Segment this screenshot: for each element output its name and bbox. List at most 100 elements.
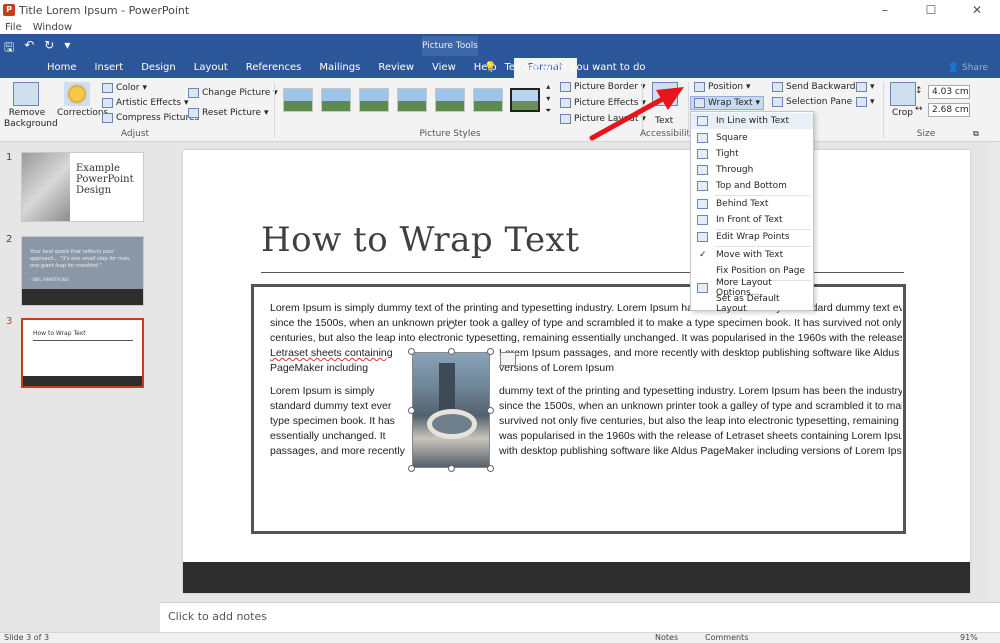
artistic-effects-button[interactable]: Artistic Effects ▾ (102, 98, 189, 108)
adjust-group-label: Adjust (120, 129, 150, 139)
corrections-icon[interactable] (64, 82, 90, 106)
picture-style-2[interactable] (321, 88, 351, 112)
comments-button[interactable]: Comments (705, 633, 748, 642)
menu-square[interactable]: Square (691, 130, 813, 146)
tab-design[interactable]: Design (132, 58, 185, 78)
menu-label: Tight (716, 149, 739, 159)
body-line: centuries, but also the leap into electr… (270, 332, 902, 344)
more-styles-icon[interactable]: ⏷ (545, 106, 551, 116)
menu-in-line-with-text[interactable]: In Line with Text (691, 113, 813, 129)
resize-handle[interactable] (448, 465, 455, 472)
picture-style-7[interactable] (510, 88, 540, 112)
slide-title[interactable]: How to Wrap Text (261, 220, 579, 260)
menu-through[interactable]: Through (691, 162, 813, 178)
change-picture-button[interactable]: Change Picture ▾ (188, 88, 278, 98)
ribbon-body: Remove Background Corrections Color ▾ Art… (0, 78, 1000, 142)
thumb-rule (33, 340, 133, 341)
menu-window[interactable]: Window (33, 22, 72, 33)
size-dialog-launcher-icon[interactable]: ⧉ (973, 129, 979, 139)
resize-handle[interactable] (408, 407, 415, 414)
send-backward-button[interactable]: Send Backward▾ (772, 82, 863, 92)
thumb-author: - NEIL ARMSTRONG (30, 277, 69, 282)
menu-behind-text[interactable]: Behind Text (691, 196, 813, 212)
color-button[interactable]: Color ▾ (102, 83, 147, 93)
height-field[interactable]: 4.03 cm (928, 85, 970, 99)
body-line: essentially unchanged. It (270, 430, 386, 442)
menu-fix-position[interactable]: Fix Position on Page (691, 263, 813, 279)
menu-edit-wrap-points[interactable]: Edit Wrap Points (691, 229, 813, 245)
picture-style-1[interactable] (283, 88, 313, 112)
scroll-down-icon[interactable]: ▾ (546, 94, 550, 103)
menu-file[interactable]: File (5, 22, 22, 33)
compress-pictures-button[interactable]: Compress Pictures (102, 113, 199, 123)
menu-label: Move with Text (716, 250, 784, 260)
menu-top-and-bottom[interactable]: Top and Bottom (691, 178, 813, 194)
rotate-button[interactable]: ▾ (856, 97, 875, 107)
picture-effects-icon (560, 98, 571, 108)
share-button[interactable]: 👤 Share (948, 58, 988, 78)
menu-set-default-layout[interactable]: Set as Default Layout (691, 294, 813, 314)
rotate-handle-icon[interactable] (448, 322, 455, 329)
align-button[interactable]: ▾ (856, 82, 875, 92)
wrap-text-button[interactable]: Wrap Text ▾ (690, 96, 765, 110)
align-icon (856, 82, 867, 92)
notes-button[interactable]: Notes (655, 633, 678, 642)
slide-thumbnail-3[interactable]: How to Wrap Text (21, 318, 144, 388)
picture-style-5[interactable] (435, 88, 465, 112)
crop-button[interactable]: Crop (892, 108, 913, 118)
remove-background-button[interactable]: Remove Background (4, 108, 58, 130)
current-slide: How to Wrap Text Lorem Ipsum is simply d… (183, 150, 970, 593)
thumb-footer (22, 289, 143, 305)
scroll-up-icon[interactable]: ▴ (546, 82, 550, 91)
width-field[interactable]: 2.68 cm (928, 103, 970, 117)
minimize-button[interactable]: – (862, 0, 908, 20)
styles-gallery-scroll[interactable]: ▴ ▾ ⏷ (545, 82, 551, 116)
notes-pane[interactable]: Click to add notes (160, 602, 1000, 632)
tab-view[interactable]: View (423, 58, 465, 78)
change-picture-label: Change Picture (202, 88, 271, 98)
menu-label: Edit Wrap Points (716, 232, 790, 242)
slide-thumbnail-2[interactable]: Your best quote that reflects your appro… (21, 236, 144, 306)
tell-me-box[interactable]: 💡 Tell me what you want to do (484, 58, 646, 78)
picture-tools-label: Picture Tools (422, 36, 478, 56)
zoom-level[interactable]: 91% (960, 633, 978, 642)
powerpoint-icon: P (3, 4, 15, 16)
crop-icon[interactable] (890, 82, 916, 106)
menu-tight[interactable]: Tight (691, 146, 813, 162)
menu-label: In Line with Text (716, 116, 789, 126)
slide-canvas-area: How to Wrap Text Lorem Ipsum is simply d… (160, 142, 990, 602)
undo-icon[interactable]: ↶ (24, 38, 34, 59)
slide-thumbnail-1[interactable]: Example PowerPoint Design (21, 152, 144, 222)
picture-style-4[interactable] (397, 88, 427, 112)
maximize-button[interactable]: ☐ (908, 0, 954, 20)
corrections-button[interactable]: Corrections (57, 108, 108, 118)
customize-icon[interactable]: ▾ (64, 38, 70, 59)
reset-picture-button[interactable]: Reset Picture ▾ (188, 108, 268, 118)
resize-handle[interactable] (487, 465, 494, 472)
selection-pane-icon (772, 97, 783, 107)
redo-icon[interactable]: ↻ (44, 38, 54, 59)
selected-picture[interactable] (412, 352, 490, 468)
resize-handle[interactable] (408, 465, 415, 472)
tab-mailings[interactable]: Mailings (310, 58, 369, 78)
tab-layout[interactable]: Layout (185, 58, 237, 78)
tab-home[interactable]: Home (38, 58, 86, 78)
vertical-scrollbar[interactable] (990, 142, 1000, 602)
selection-pane-button[interactable]: Selection Pane (772, 97, 852, 107)
resize-handle[interactable] (487, 407, 494, 414)
tab-review[interactable]: Review (369, 58, 423, 78)
menu-in-front-of-text[interactable]: In Front of Text (691, 212, 813, 228)
tab-references[interactable]: References (237, 58, 311, 78)
picture-style-6[interactable] (473, 88, 503, 112)
close-button[interactable]: ✕ (954, 0, 1000, 20)
tab-insert[interactable]: Insert (86, 58, 133, 78)
picture-style-3[interactable] (359, 88, 389, 112)
remove-background-icon[interactable] (13, 82, 39, 106)
resize-handle[interactable] (487, 348, 494, 355)
save-icon[interactable]: 🖫 (4, 38, 14, 59)
position-button[interactable]: Position ▾ (694, 82, 751, 92)
resize-handle[interactable] (448, 348, 455, 355)
menu-move-with-text[interactable]: ✓ Move with Text (691, 247, 813, 263)
layout-options-icon[interactable] (500, 352, 516, 366)
resize-handle[interactable] (408, 348, 415, 355)
